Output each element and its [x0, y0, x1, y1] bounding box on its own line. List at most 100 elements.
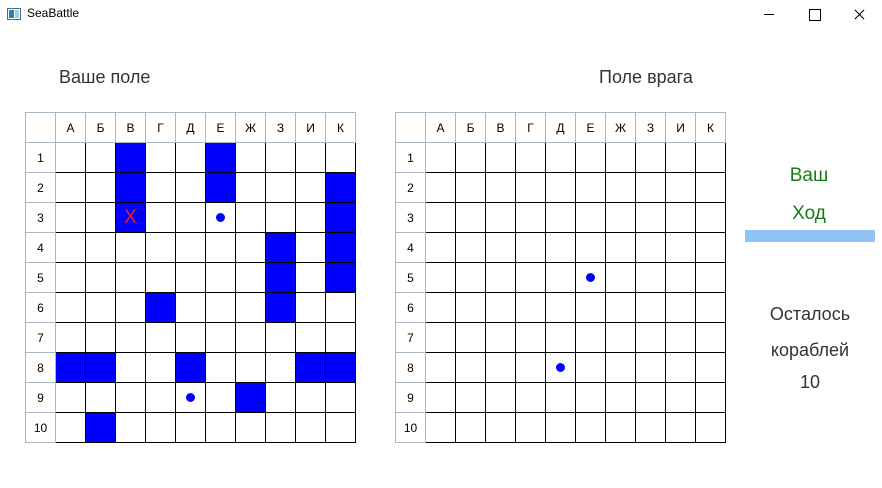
board-cell[interactable] — [455, 172, 486, 203]
board-cell[interactable] — [455, 202, 486, 233]
board-cell[interactable] — [575, 292, 606, 323]
board-cell[interactable] — [665, 232, 696, 263]
board-cell[interactable] — [515, 202, 546, 233]
board-cell[interactable] — [545, 172, 576, 203]
board-cell[interactable] — [515, 232, 546, 263]
board-cell[interactable] — [665, 262, 696, 293]
board-cell[interactable] — [545, 322, 576, 353]
board-cell[interactable] — [455, 322, 486, 353]
board-cell[interactable] — [605, 292, 636, 323]
board-cell[interactable] — [515, 322, 546, 353]
board-cell[interactable] — [635, 292, 666, 323]
board-cell[interactable] — [575, 382, 606, 413]
board-cell[interactable] — [485, 232, 516, 263]
board-cell[interactable] — [455, 292, 486, 323]
board-cell[interactable] — [695, 352, 726, 383]
board-cell[interactable] — [575, 412, 606, 443]
maximize-button[interactable] — [791, 0, 837, 30]
board-cell[interactable] — [575, 232, 606, 263]
board-cell[interactable] — [545, 232, 576, 263]
board-cell[interactable] — [695, 232, 726, 263]
board-cell[interactable] — [635, 172, 666, 203]
board-cell[interactable] — [605, 352, 636, 383]
board-cell[interactable] — [695, 382, 726, 413]
board-cell[interactable] — [605, 412, 636, 443]
board-cell[interactable] — [575, 322, 606, 353]
board-cell[interactable] — [635, 202, 666, 233]
board-cell[interactable] — [665, 292, 696, 323]
board-cell[interactable] — [575, 352, 606, 383]
board-cell[interactable] — [695, 172, 726, 203]
board-cell[interactable] — [515, 412, 546, 443]
board-cell[interactable] — [665, 202, 696, 233]
board-cell[interactable] — [485, 382, 516, 413]
board-cell[interactable] — [485, 202, 516, 233]
board-cell[interactable] — [515, 382, 546, 413]
board-cell[interactable] — [575, 262, 606, 293]
board-cell[interactable] — [545, 352, 576, 383]
board-cell[interactable] — [455, 352, 486, 383]
board-cell[interactable] — [485, 262, 516, 293]
board-cell[interactable] — [605, 322, 636, 353]
board-cell[interactable] — [575, 142, 606, 173]
minimize-button[interactable] — [746, 0, 792, 30]
board-cell[interactable] — [665, 322, 696, 353]
board-cell[interactable] — [635, 322, 666, 353]
close-button[interactable] — [836, 0, 882, 30]
board-cell[interactable] — [545, 142, 576, 173]
board-cell[interactable] — [665, 382, 696, 413]
board-cell[interactable] — [425, 172, 456, 203]
board-cell[interactable] — [605, 172, 636, 203]
board-cell[interactable] — [635, 232, 666, 263]
board-cell[interactable] — [425, 382, 456, 413]
board-cell[interactable] — [485, 412, 516, 443]
board-cell[interactable] — [545, 262, 576, 293]
board-cell[interactable] — [485, 322, 516, 353]
board-cell[interactable] — [665, 172, 696, 203]
board-cell[interactable] — [665, 412, 696, 443]
board-cell[interactable] — [515, 262, 546, 293]
board-cell[interactable] — [605, 232, 636, 263]
board-cell[interactable] — [605, 262, 636, 293]
board-cell[interactable] — [695, 262, 726, 293]
board-cell[interactable] — [695, 412, 726, 443]
board-cell[interactable] — [605, 202, 636, 233]
board-cell[interactable] — [425, 232, 456, 263]
board-cell[interactable] — [425, 352, 456, 383]
board-cell[interactable] — [455, 262, 486, 293]
board-cell[interactable] — [635, 142, 666, 173]
board-cell[interactable] — [455, 412, 486, 443]
board-cell[interactable] — [695, 292, 726, 323]
board-cell[interactable] — [665, 142, 696, 173]
board-cell[interactable] — [515, 292, 546, 323]
board-cell[interactable] — [455, 142, 486, 173]
board-cell[interactable] — [695, 142, 726, 173]
board-cell[interactable] — [425, 142, 456, 173]
board-cell[interactable] — [485, 292, 516, 323]
board-cell[interactable] — [605, 142, 636, 173]
board-cell[interactable] — [545, 292, 576, 323]
board-cell[interactable] — [455, 382, 486, 413]
board-cell[interactable] — [635, 412, 666, 443]
board-cell[interactable] — [575, 172, 606, 203]
board-cell[interactable] — [425, 262, 456, 293]
board-cell[interactable] — [425, 322, 456, 353]
board-cell[interactable] — [545, 412, 576, 443]
board-cell[interactable] — [635, 262, 666, 293]
board-cell[interactable] — [485, 142, 516, 173]
board-cell[interactable] — [665, 352, 696, 383]
board-cell[interactable] — [605, 382, 636, 413]
board-cell[interactable] — [545, 202, 576, 233]
board-cell[interactable] — [695, 202, 726, 233]
board-cell[interactable] — [455, 232, 486, 263]
board-cell[interactable] — [485, 352, 516, 383]
board-cell[interactable] — [545, 382, 576, 413]
board-cell[interactable] — [515, 352, 546, 383]
board-cell[interactable] — [515, 142, 546, 173]
board-cell[interactable] — [515, 172, 546, 203]
board-cell[interactable] — [485, 172, 516, 203]
board-cell[interactable] — [695, 322, 726, 353]
board-cell[interactable] — [575, 202, 606, 233]
board-cell[interactable] — [425, 292, 456, 323]
board-cell[interactable] — [425, 202, 456, 233]
